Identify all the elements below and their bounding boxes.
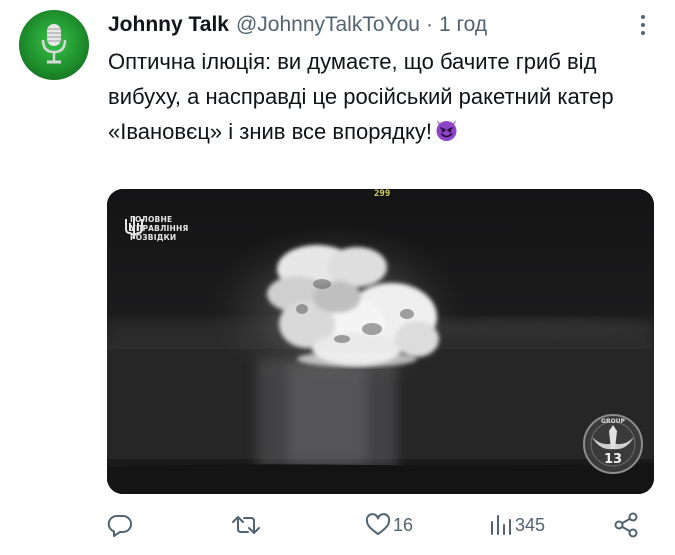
more-options-icon[interactable] — [638, 12, 648, 38]
share-icon — [614, 512, 638, 538]
smiling-devil-emoji — [434, 117, 459, 142]
tweet-media-video[interactable]: ГОЛОВНЕ УПРАВЛІННЯ РОЗВІДКИ 299 13 GROUP — [107, 189, 654, 494]
timestamp[interactable]: 1 год — [439, 13, 487, 37]
view-count: 345 — [515, 514, 546, 535]
badge-top-text: GROUP — [601, 418, 626, 425]
hur-logo: ГОЛОВНЕ УПРАВЛІННЯ РОЗВІДКИ — [123, 215, 188, 242]
like-button[interactable]: 16 — [365, 508, 413, 542]
retweet-icon — [232, 516, 260, 534]
tweet-header: Johnny Talk @JohnnyTalkToYou · 1 год — [108, 10, 668, 40]
avatar[interactable] — [19, 10, 89, 80]
group-13-badge: 13 GROUP — [582, 413, 644, 475]
views-chart-icon — [491, 515, 511, 535]
group-13-emblem: 13 GROUP — [583, 414, 643, 474]
trident-icon — [125, 216, 143, 239]
separator-dot: · — [425, 13, 433, 36]
author-handle[interactable]: @JohnnyTalkToYou — [236, 13, 420, 37]
retweet-button[interactable] — [231, 508, 263, 542]
reply-button[interactable] — [107, 508, 135, 542]
microphone-icon — [41, 24, 67, 64]
video-osd-readout: 299 — [374, 189, 391, 199]
heart-icon — [365, 513, 391, 535]
author-name[interactable]: Johnny Talk — [108, 13, 229, 37]
reply-icon — [107, 514, 132, 537]
tweet-body: Оптична ілюція: ви думаєте, що бачите гр… — [108, 49, 614, 144]
tweet-actions-bar: 16 345 — [107, 508, 652, 542]
views-button[interactable]: 345 — [489, 508, 545, 542]
night-vision-explosion-image — [107, 189, 654, 494]
like-count: 16 — [393, 514, 414, 535]
badge-number: 13 — [604, 452, 622, 467]
tweet-text: Оптична ілюція: ви думаєте, що бачите гр… — [108, 44, 653, 149]
share-button[interactable] — [613, 508, 639, 542]
